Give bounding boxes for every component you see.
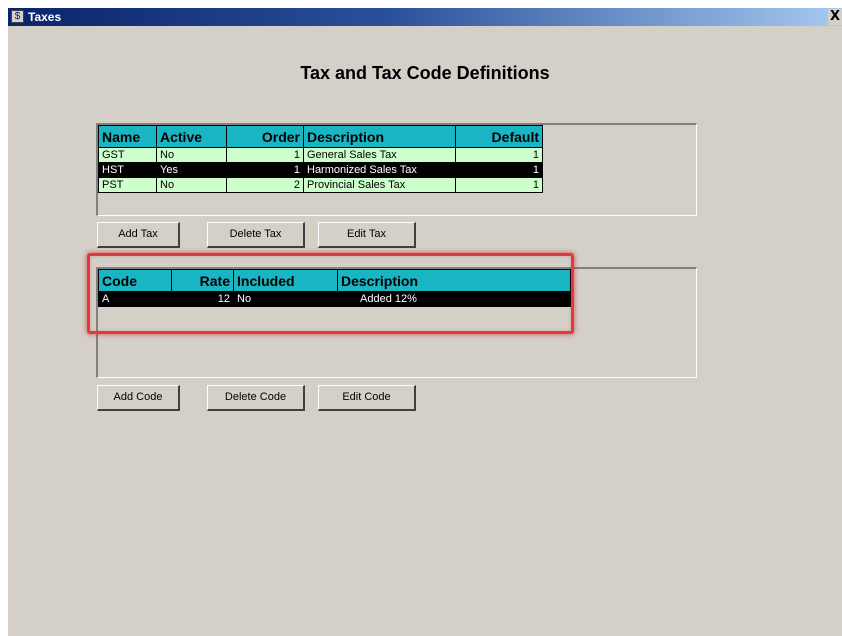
code-table-header: Code Rate Included Description — [98, 269, 571, 292]
column-header-code-description[interactable]: Description — [337, 269, 571, 292]
code-cell: A — [98, 291, 172, 307]
tax-grid-panel: Name Active Order Description Default GS… — [96, 123, 697, 216]
edit-tax-button[interactable]: Edit Tax — [318, 222, 416, 248]
tax-row-hst[interactable]: HST Yes 1 Harmonized Sales Tax 1 — [98, 162, 543, 178]
tax-name-cell: HST — [98, 162, 157, 178]
tax-table: Name Active Order Description Default GS… — [98, 125, 543, 193]
column-header-code[interactable]: Code — [98, 269, 172, 292]
tax-default-cell: 1 — [455, 162, 543, 178]
add-tax-button[interactable]: Add Tax — [97, 222, 180, 248]
delete-tax-button[interactable]: Delete Tax — [207, 222, 305, 248]
column-header-included[interactable]: Included — [233, 269, 338, 292]
tax-description-cell: General Sales Tax — [303, 147, 456, 163]
rate-cell: 12 — [171, 291, 234, 307]
column-header-order[interactable]: Order — [226, 125, 304, 148]
tax-active-cell: Yes — [156, 162, 227, 178]
tax-default-cell: 1 — [455, 147, 543, 163]
column-header-description[interactable]: Description — [303, 125, 456, 148]
tax-order-cell: 1 — [226, 162, 304, 178]
included-cell: No — [233, 291, 338, 307]
column-header-default[interactable]: Default — [455, 125, 543, 148]
window-title: Taxes — [28, 10, 62, 24]
tax-name-cell: GST — [98, 147, 157, 163]
delete-code-button[interactable]: Delete Code — [207, 385, 305, 411]
tax-table-header: Name Active Order Description Default — [98, 125, 543, 148]
page-title: Tax and Tax Code Definitions — [300, 63, 550, 83]
tax-default-cell: 1 — [455, 177, 543, 193]
tax-order-cell: 1 — [226, 147, 304, 163]
tax-active-cell: No — [156, 147, 227, 163]
code-grid-panel: Code Rate Included Description A 12 No A… — [96, 267, 697, 378]
column-header-active[interactable]: Active — [156, 125, 227, 148]
tax-description-cell: Harmonized Sales Tax — [303, 162, 456, 178]
tax-row-pst[interactable]: PST No 2 Provincial Sales Tax 1 — [98, 177, 543, 193]
code-row-a[interactable]: A 12 No Added 12% — [98, 291, 571, 307]
app-icon: $ — [11, 10, 24, 23]
title-bar[interactable]: $ Taxes X — [8, 8, 842, 26]
tax-description-cell: Provincial Sales Tax — [303, 177, 456, 193]
tax-name-cell: PST — [98, 177, 157, 193]
tax-row-gst[interactable]: GST No 1 General Sales Tax 1 — [98, 147, 543, 163]
code-description-cell: Added 12% — [337, 291, 571, 307]
code-table: Code Rate Included Description A 12 No A… — [98, 269, 571, 307]
close-button[interactable]: X — [828, 9, 842, 25]
edit-code-button[interactable]: Edit Code — [318, 385, 416, 411]
column-header-rate[interactable]: Rate — [171, 269, 234, 292]
column-header-name[interactable]: Name — [98, 125, 157, 148]
tax-active-cell: No — [156, 177, 227, 193]
add-code-button[interactable]: Add Code — [97, 385, 180, 411]
tax-order-cell: 2 — [226, 177, 304, 193]
taxes-window: $ Taxes X Tax and Tax Code Definitions N… — [8, 8, 842, 636]
